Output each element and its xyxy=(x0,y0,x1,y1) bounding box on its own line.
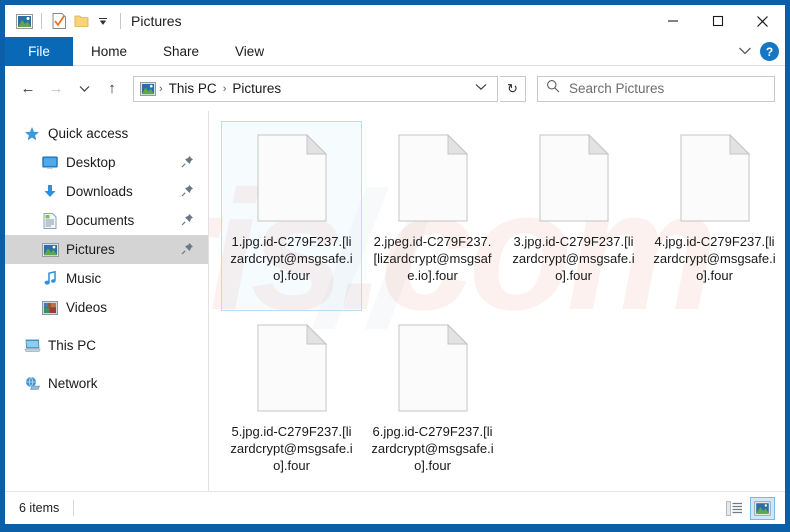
maximize-button[interactable] xyxy=(695,5,740,37)
sidebar-label-pictures: Pictures xyxy=(66,242,115,257)
file-name-1: 1.jpg.id-C279F237.[lizardcrypt@msgsafe.i… xyxy=(230,234,353,283)
breadcrumb[interactable]: › This PC › Pictures xyxy=(133,75,498,102)
file-list-pane[interactable]: ris.com // 1.jpg.id-C279F237.[lizardcryp… xyxy=(209,111,785,491)
this-pc-icon xyxy=(21,339,43,353)
tab-file[interactable]: File xyxy=(5,37,73,66)
window-content: Pictures File Home Share View ? ← → ↑ › … xyxy=(5,5,785,524)
sidebar-item-this-pc[interactable]: This PC xyxy=(5,331,208,360)
pin-icon-downloads[interactable] xyxy=(181,184,194,200)
generic-file-icon xyxy=(257,323,327,412)
star-icon xyxy=(21,126,43,142)
tab-share[interactable]: Share xyxy=(145,37,217,66)
file-item-2[interactable]: 2.jpeg.id-C279F237.[lizardcrypt@msgsafe.… xyxy=(362,121,503,311)
forward-button: → xyxy=(48,80,64,97)
file-item-3[interactable]: 3.jpg.id-C279F237.[lizardcrypt@msgsafe.i… xyxy=(503,121,644,311)
status-bar: 6 items xyxy=(5,491,785,524)
sidebar-label-downloads: Downloads xyxy=(66,184,133,199)
tab-view[interactable]: View xyxy=(217,37,282,66)
sidebar-label-documents: Documents xyxy=(66,213,135,228)
generic-file-icon xyxy=(398,133,468,222)
pin-icon-documents[interactable] xyxy=(181,213,194,229)
up-button[interactable]: ↑ xyxy=(99,76,125,102)
sidebar-label-quick-access: Quick access xyxy=(48,126,129,141)
sidebar-item-videos[interactable]: Videos xyxy=(5,293,208,322)
sidebar-item-network[interactable]: Network xyxy=(5,369,208,398)
item-count: 6 items xyxy=(19,501,60,515)
documents-icon xyxy=(39,212,61,229)
file-name-2: 2.jpeg.id-C279F237.[lizardcrypt@msgsafe.… xyxy=(373,234,492,283)
search-icon xyxy=(546,79,560,98)
generic-file-icon xyxy=(257,133,327,222)
recent-locations-button[interactable] xyxy=(71,76,97,102)
file-item-6[interactable]: 6.jpg.id-C279F237.[lizardcrypt@msgsafe.i… xyxy=(362,311,503,491)
large-icons-view-button[interactable] xyxy=(750,496,775,520)
file-grid: 1.jpg.id-C279F237.[lizardcrypt@msgsafe.i… xyxy=(209,111,785,491)
file-name-4: 4.jpg.id-C279F237.[lizardcrypt@msgsafe.i… xyxy=(653,234,776,283)
address-bar: ← → ↑ › This PC › Pictures ↻ Search Pict… xyxy=(5,66,785,111)
breadcrumb-pictures[interactable]: Pictures xyxy=(227,81,286,96)
pictures-icon xyxy=(39,242,61,257)
downloads-icon xyxy=(39,184,61,199)
customize-chevron-icon[interactable] xyxy=(92,10,114,32)
file-item-4[interactable]: 4.jpg.id-C279F237.[lizardcrypt@msgsafe.i… xyxy=(644,121,785,311)
refresh-button[interactable]: ↻ xyxy=(500,75,526,102)
window-controls xyxy=(650,5,785,37)
toolbar-divider xyxy=(41,13,42,29)
search-box[interactable]: Search Pictures xyxy=(537,75,775,102)
sidebar-item-pictures[interactable]: Pictures xyxy=(5,235,208,264)
explorer-window: Pictures File Home Share View ? ← → ↑ › … xyxy=(0,0,790,532)
close-button[interactable] xyxy=(740,5,785,37)
desktop-icon xyxy=(39,156,61,170)
chevron-down-icon[interactable] xyxy=(738,43,752,61)
generic-file-icon xyxy=(680,133,750,222)
sidebar-item-desktop[interactable]: Desktop xyxy=(5,148,208,177)
file-item-1[interactable]: 1.jpg.id-C279F237.[lizardcrypt@msgsafe.i… xyxy=(221,121,362,311)
network-icon xyxy=(21,376,43,391)
sidebar-item-quick-access[interactable]: Quick access xyxy=(5,119,208,148)
sidebar-label-videos: Videos xyxy=(66,300,108,315)
details-view-button[interactable] xyxy=(722,497,747,520)
sidebar-gap-1 xyxy=(5,322,208,331)
sidebar-label-music: Music xyxy=(66,271,102,286)
minimize-button[interactable] xyxy=(650,5,695,37)
videos-icon xyxy=(39,300,61,315)
title-divider xyxy=(120,13,121,29)
pin-icon-desktop[interactable] xyxy=(181,155,194,171)
sidebar-label-this-pc: This PC xyxy=(48,338,97,353)
breadcrumb-this-pc[interactable]: This PC xyxy=(164,81,222,96)
back-button[interactable]: ← xyxy=(15,76,41,102)
search-input[interactable]: Search Pictures xyxy=(569,81,664,96)
sidebar-label-network: Network xyxy=(48,376,98,391)
window-title: Pictures xyxy=(131,13,182,29)
file-name-6: 6.jpg.id-C279F237.[lizardcrypt@msgsafe.i… xyxy=(371,424,494,473)
sidebar-label-desktop: Desktop xyxy=(66,155,116,170)
file-item-5[interactable]: 5.jpg.id-C279F237.[lizardcrypt@msgsafe.i… xyxy=(221,311,362,491)
properties-checkmark-icon[interactable] xyxy=(48,10,70,32)
sidebar-gap-2 xyxy=(5,360,208,369)
pictures-folder-icon[interactable] xyxy=(13,10,35,32)
music-icon xyxy=(39,271,61,286)
ribbon-tabs: File Home Share View ? xyxy=(5,37,785,66)
file-name-5: 5.jpg.id-C279F237.[lizardcrypt@msgsafe.i… xyxy=(230,424,353,473)
status-divider xyxy=(73,500,75,516)
sidebar-item-documents[interactable]: Documents xyxy=(5,206,208,235)
new-folder-icon[interactable] xyxy=(70,10,92,32)
breadcrumb-pictures-icon xyxy=(140,81,158,97)
help-icon[interactable]: ? xyxy=(760,42,779,61)
body: Quick access Desktop Downloads Documents… xyxy=(5,111,785,491)
sidebar-item-downloads[interactable]: Downloads xyxy=(5,177,208,206)
file-name-3: 3.jpg.id-C279F237.[lizardcrypt@msgsafe.i… xyxy=(512,234,635,283)
tab-home[interactable]: Home xyxy=(73,37,145,66)
navigation-pane: Quick access Desktop Downloads Documents… xyxy=(5,111,209,491)
title-bar: Pictures xyxy=(5,5,785,37)
breadcrumb-dropdown-icon[interactable] xyxy=(469,83,493,94)
pin-icon-pictures[interactable] xyxy=(181,242,194,258)
generic-file-icon xyxy=(398,323,468,412)
ribbon-right-controls: ? xyxy=(738,37,779,66)
generic-file-icon xyxy=(539,133,609,222)
sidebar-item-music[interactable]: Music xyxy=(5,264,208,293)
